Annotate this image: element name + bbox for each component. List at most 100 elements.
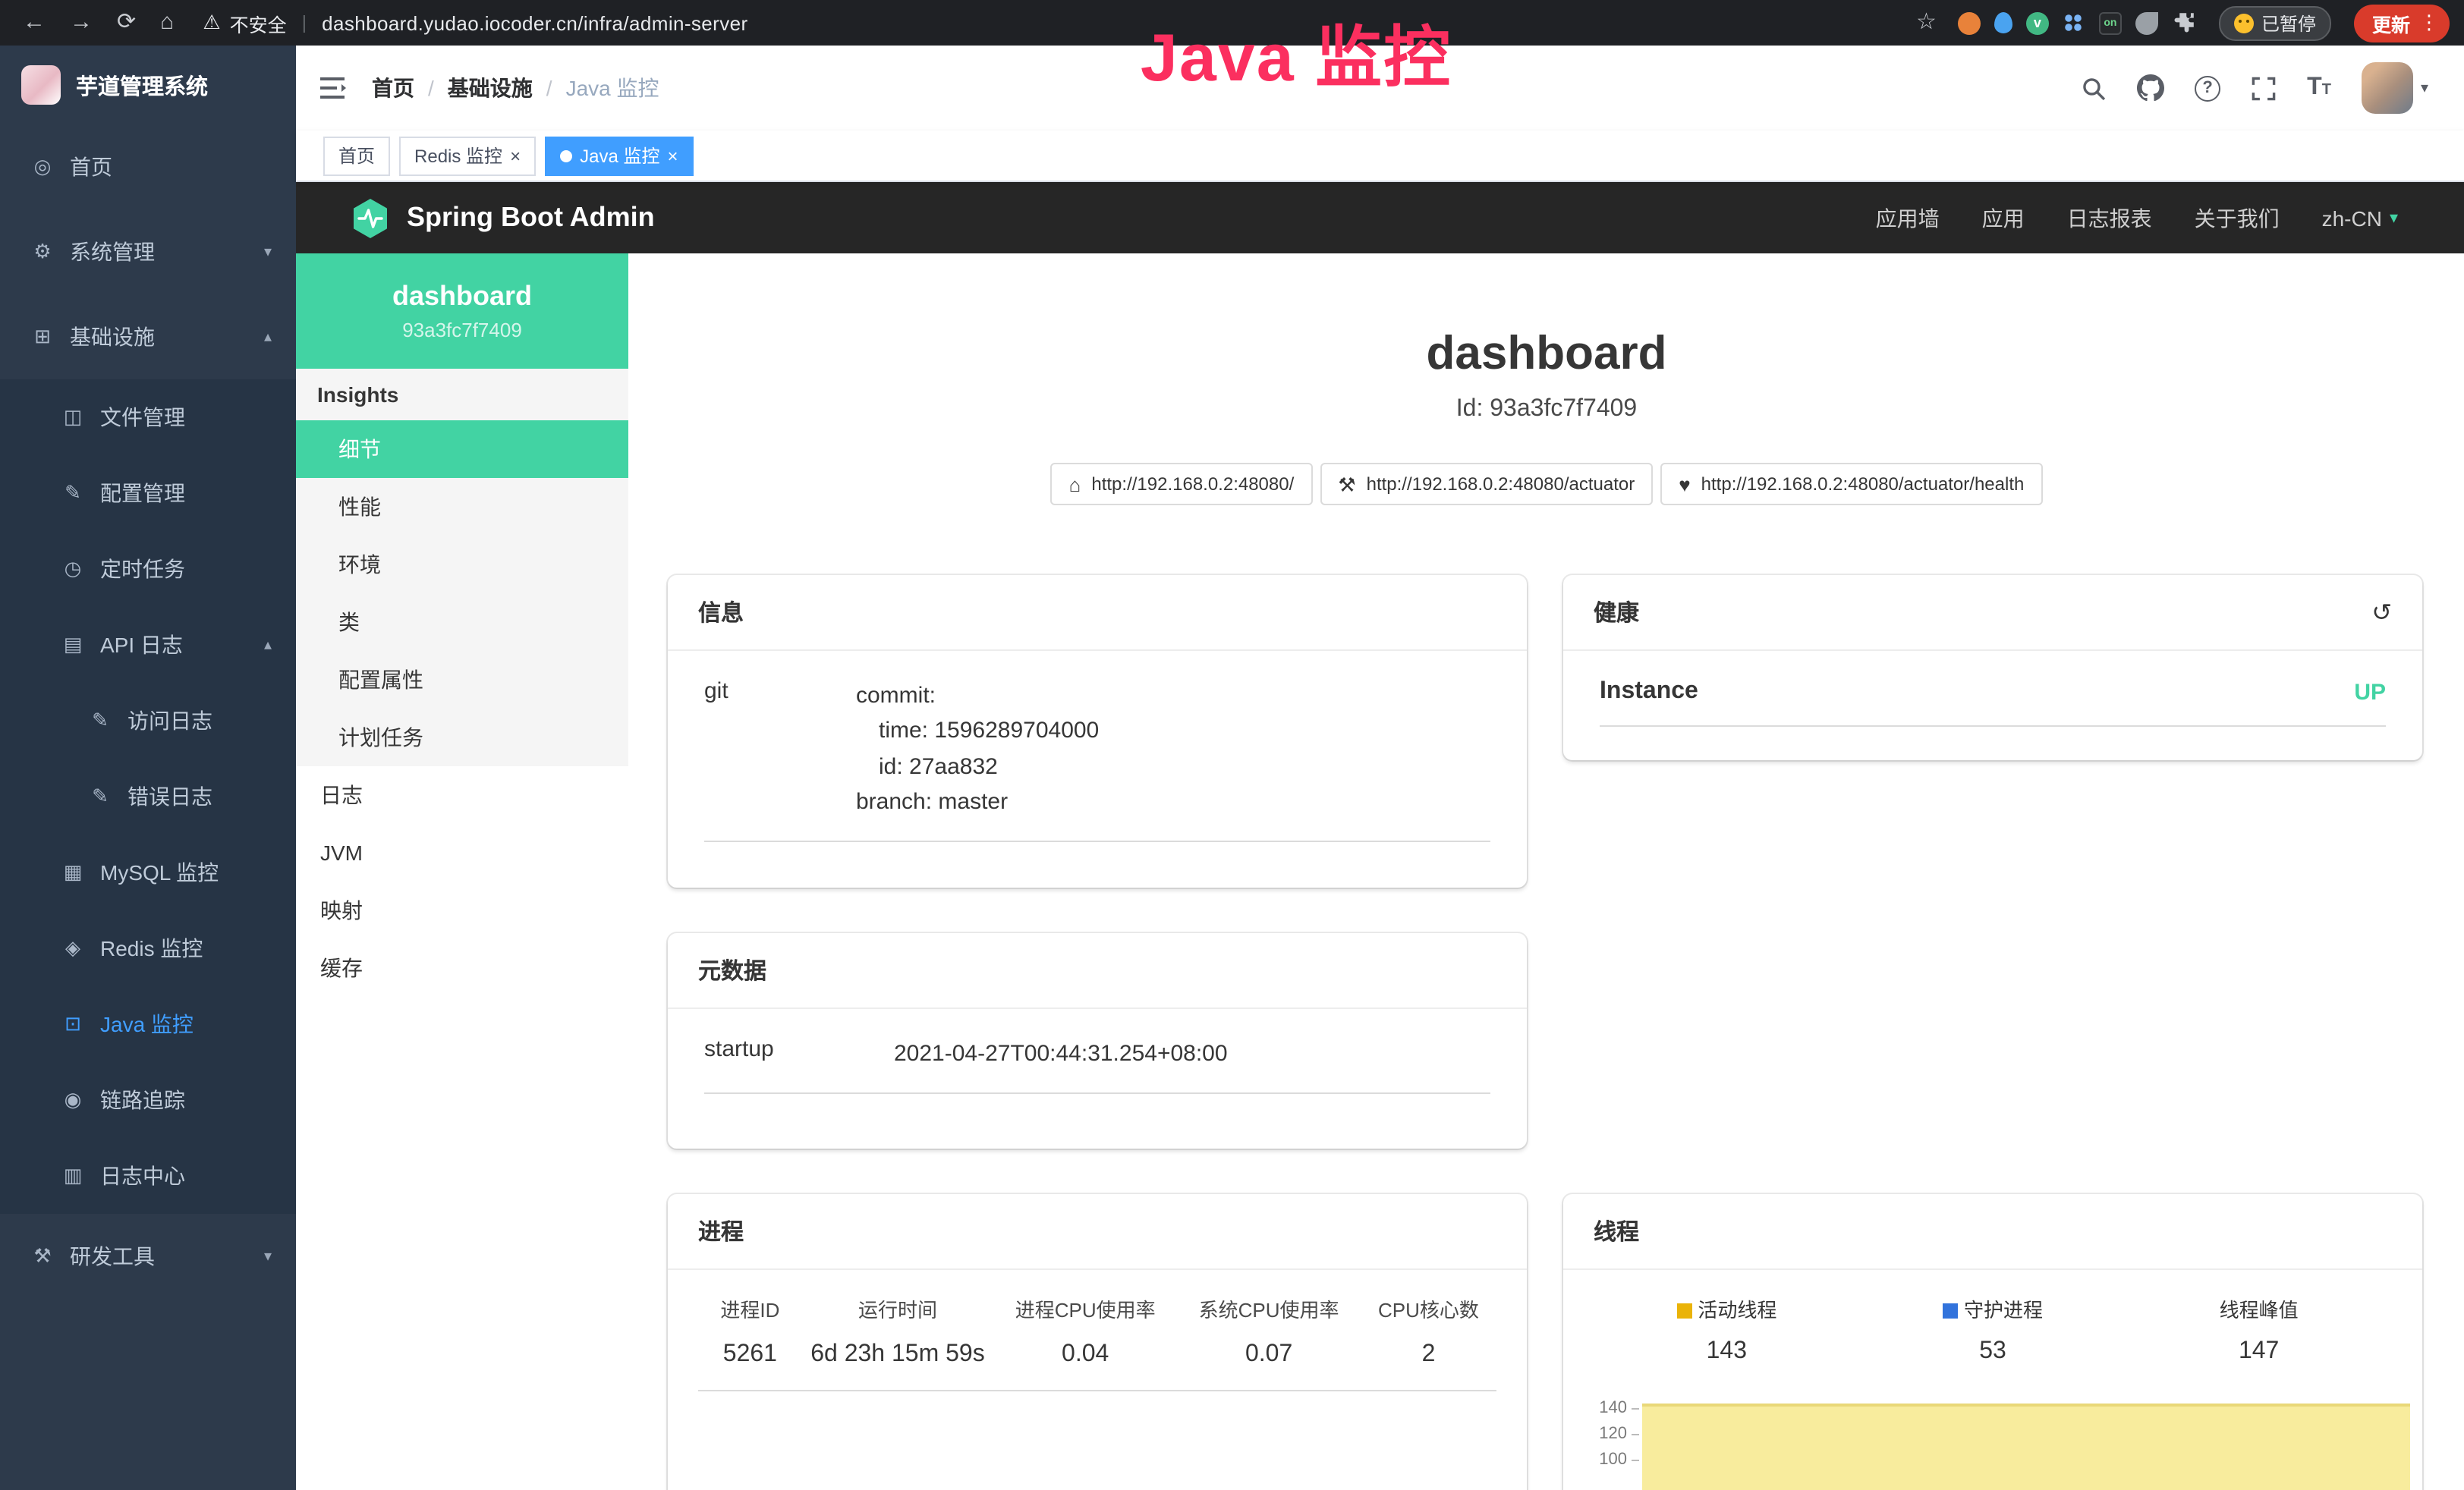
reload-icon[interactable]: ⟳ (109, 0, 143, 46)
smiley-icon (2234, 13, 2254, 33)
threads-values: 143 53 147 (1594, 1338, 2392, 1366)
sba-nav-about[interactable]: 关于我们 (2195, 203, 2280, 233)
sidebar-item-dev-tools[interactable]: ⚒ 研发工具 ▾ (0, 1214, 296, 1299)
daemon-threads-value: 53 (1860, 1338, 2126, 1366)
breadcrumb-separator: / (546, 76, 552, 100)
sidebar-toggle-button[interactable] (320, 76, 348, 100)
sidebar-item-java-monitor[interactable]: ⊡ Java 监控 (0, 986, 296, 1062)
chevron-down-icon: ▾ (2390, 208, 2398, 228)
tag-home[interactable]: 首页 (323, 136, 390, 175)
forward-icon[interactable]: → (62, 0, 100, 46)
infrastructure-submenu: ◫ 文件管理 ✎ 配置管理 ◷ 定时任务 ▤ API 日志 ▴ ✎ (0, 379, 296, 1214)
instance-name: dashboard (392, 281, 532, 313)
sba-item-beans[interactable]: 类 (296, 593, 628, 651)
chevron-down-icon: ▾ (2421, 80, 2428, 96)
tag-label: Java 监控 (580, 143, 659, 168)
kebab-menu-icon[interactable]: ⋮ (2419, 11, 2439, 35)
instance-id: 93a3fc7f7409 (402, 319, 522, 341)
link-label: http://192.168.0.2:48080/actuator/health (1701, 473, 2025, 495)
status-badge: UP (2354, 679, 2386, 705)
github-icon[interactable] (2137, 74, 2164, 102)
instance-link-health[interactable]: ♥ http://192.168.0.2:48080/actuator/heal… (1660, 463, 2042, 505)
sba-item-environment[interactable]: 环境 (296, 536, 628, 593)
sidebar-item-infrastructure[interactable]: ⊞ 基础设施 ▴ (0, 294, 296, 379)
extension-icon[interactable] (2063, 11, 2085, 34)
sba-item-loggers[interactable]: 日志 (296, 766, 628, 824)
sidebar-item-scheduled-tasks[interactable]: ◷ 定时任务 (0, 531, 296, 607)
app-logo-row[interactable]: 芋道管理系统 (0, 46, 296, 124)
sba-item-details[interactable]: 细节 (296, 420, 628, 478)
sidebar-item-home[interactable]: ◎ 首页 (0, 124, 296, 209)
sba-item-config-properties[interactable]: 配置属性 (296, 651, 628, 709)
tag-label: Redis 监控 (414, 143, 502, 168)
instance-header[interactable]: dashboard 93a3fc7f7409 (296, 253, 628, 369)
extension-icon[interactable] (2135, 11, 2158, 34)
tag-redis-monitor[interactable]: Redis 监控 × (399, 136, 536, 175)
paused-label: 已暂停 (2261, 10, 2316, 36)
tag-java-monitor[interactable]: Java 监控 × (545, 136, 693, 175)
sba-item-scheduled-tasks[interactable]: 计划任务 (296, 709, 628, 766)
annotation-text: Java 监控 (1141, 3, 1452, 100)
sidebar-item-access-logs[interactable]: ✎ 访问日志 (0, 683, 296, 759)
extensions-puzzle-icon[interactable] (2172, 11, 2196, 35)
sidebar-item-error-logs[interactable]: ✎ 错误日志 (0, 759, 296, 835)
sidebar-item-system-management[interactable]: ⚙ 系统管理 ▾ (0, 209, 296, 294)
text-size-icon[interactable]: TT (2307, 76, 2331, 100)
sidebar-item-file-management[interactable]: ◫ 文件管理 (0, 379, 296, 455)
sba-group-insights[interactable]: Insights (296, 369, 628, 420)
info-card: 信息 git commit: time: 1596289704000 id: 2… (668, 575, 1527, 888)
sba-item-jvm[interactable]: JVM (296, 824, 628, 882)
extension-icon[interactable]: on (2099, 11, 2122, 34)
process-card: 进程 进程ID 运行时间 进程CPU使用率 系统CPU使用率 CPU核心数 (668, 1194, 1527, 1490)
extension-icon[interactable] (1994, 12, 2012, 33)
info-value: commit: time: 1596289704000 id: 27aa832 … (856, 678, 1099, 819)
avatar[interactable] (2362, 62, 2413, 114)
sba-nav-journal[interactable]: 日志报表 (2067, 203, 2152, 233)
fullscreen-icon[interactable] (2251, 75, 2277, 101)
sba-item-metrics[interactable]: 性能 (296, 478, 628, 536)
app-title: 芋道管理系统 (76, 69, 208, 101)
update-label: 更新 (2372, 8, 2410, 37)
peak-threads-value: 147 (2126, 1338, 2392, 1366)
sba-main: dashboard Id: 93a3fc7f7409 ⌂ http://192.… (628, 253, 2464, 1490)
sba-brand[interactable]: Spring Boot Admin (351, 196, 655, 239)
instance-link-actuator[interactable]: ⚒ http://192.168.0.2:48080/actuator (1320, 463, 1653, 505)
sba-nav-wallboard[interactable]: 应用墙 (1876, 203, 1940, 233)
sba-item-mappings[interactable]: 映射 (296, 882, 628, 939)
sba-item-caches[interactable]: 缓存 (296, 939, 628, 997)
update-button[interactable]: 更新 ⋮ (2354, 4, 2450, 42)
paused-badge[interactable]: 已暂停 (2219, 5, 2331, 40)
breadcrumb-home[interactable]: 首页 (372, 73, 414, 103)
browser-actions: ☆ v on 已暂停 更新 ⋮ (1909, 0, 2450, 46)
sidebar-item-tracing[interactable]: ◉ 链路追踪 (0, 1062, 296, 1138)
help-icon[interactable]: ? (2195, 75, 2220, 101)
instance-subtitle: Id: 93a3fc7f7409 (628, 396, 2464, 423)
legend-swatch-yellow (1676, 1303, 1691, 1319)
close-icon[interactable]: × (510, 146, 521, 165)
user-menu[interactable]: ▾ (2362, 62, 2428, 114)
sba-navbar: Spring Boot Admin 应用墙 应用 日志报表 关于我们 zh-CN… (296, 182, 2464, 253)
health-row-instance: Instance UP (1600, 678, 2386, 727)
sidebar-item-log-center[interactable]: ▥ 日志中心 (0, 1138, 296, 1214)
sidebar-item-config-management[interactable]: ✎ 配置管理 (0, 455, 296, 531)
history-icon[interactable]: ↺ (2371, 597, 2392, 627)
sidebar-item-mysql-monitor[interactable]: ▦ MySQL 监控 (0, 835, 296, 910)
sidebar-item-api-logs[interactable]: ▤ API 日志 ▴ (0, 607, 296, 683)
close-icon[interactable]: × (667, 146, 678, 165)
sba-nav-applications[interactable]: 应用 (1982, 203, 2025, 233)
locale-select[interactable]: zh-CN ▾ (2322, 206, 2398, 230)
bookmark-star-icon[interactable]: ☆ (1909, 0, 1944, 46)
instance-link-root[interactable]: ⌂ http://192.168.0.2:48080/ (1051, 463, 1313, 505)
warning-icon: ⚠ (203, 11, 220, 35)
search-icon[interactable] (2081, 75, 2107, 101)
sidebar-item-redis-monitor[interactable]: ◈ Redis 监控 (0, 910, 296, 986)
back-icon[interactable]: ← (15, 0, 53, 46)
vue-devtools-icon[interactable]: v (2026, 11, 2049, 34)
site-security-chip[interactable]: ⚠ 不安全 | dashboard.yudao.iocoder.cn/infra… (203, 8, 747, 37)
breadcrumb-infrastructure[interactable]: 基础设施 (448, 73, 533, 103)
security-label: 不安全 (230, 8, 287, 37)
extension-icon[interactable] (1958, 11, 1981, 34)
home-icon[interactable]: ⌂ (153, 0, 181, 46)
address-url[interactable]: dashboard.yudao.iocoder.cn/infra/admin-s… (322, 11, 747, 34)
info-key: git (704, 678, 856, 819)
